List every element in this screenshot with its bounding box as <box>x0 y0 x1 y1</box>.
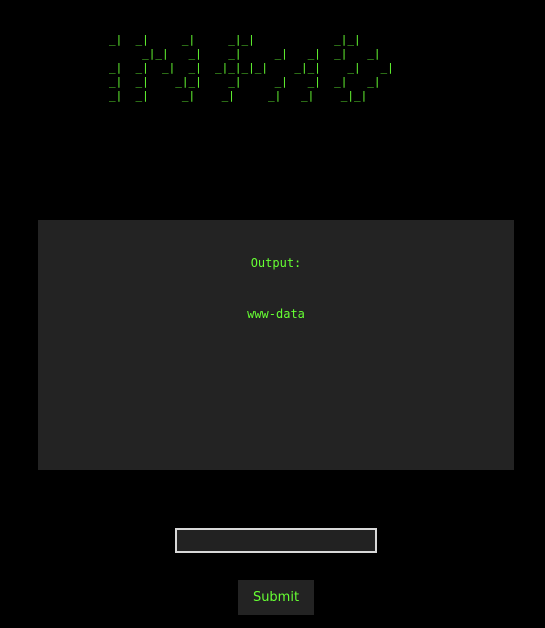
submit-button[interactable]: Submit <box>238 580 314 615</box>
output-label: Output: <box>250 256 302 270</box>
output-value: www-data <box>247 307 305 321</box>
output-panel: Output: www-data <box>38 220 514 470</box>
ascii-art-banner: _| _| _| _|_| _|_| _|_| _| _| _| _| _| _… <box>109 33 394 102</box>
command-input[interactable] <box>175 528 377 553</box>
